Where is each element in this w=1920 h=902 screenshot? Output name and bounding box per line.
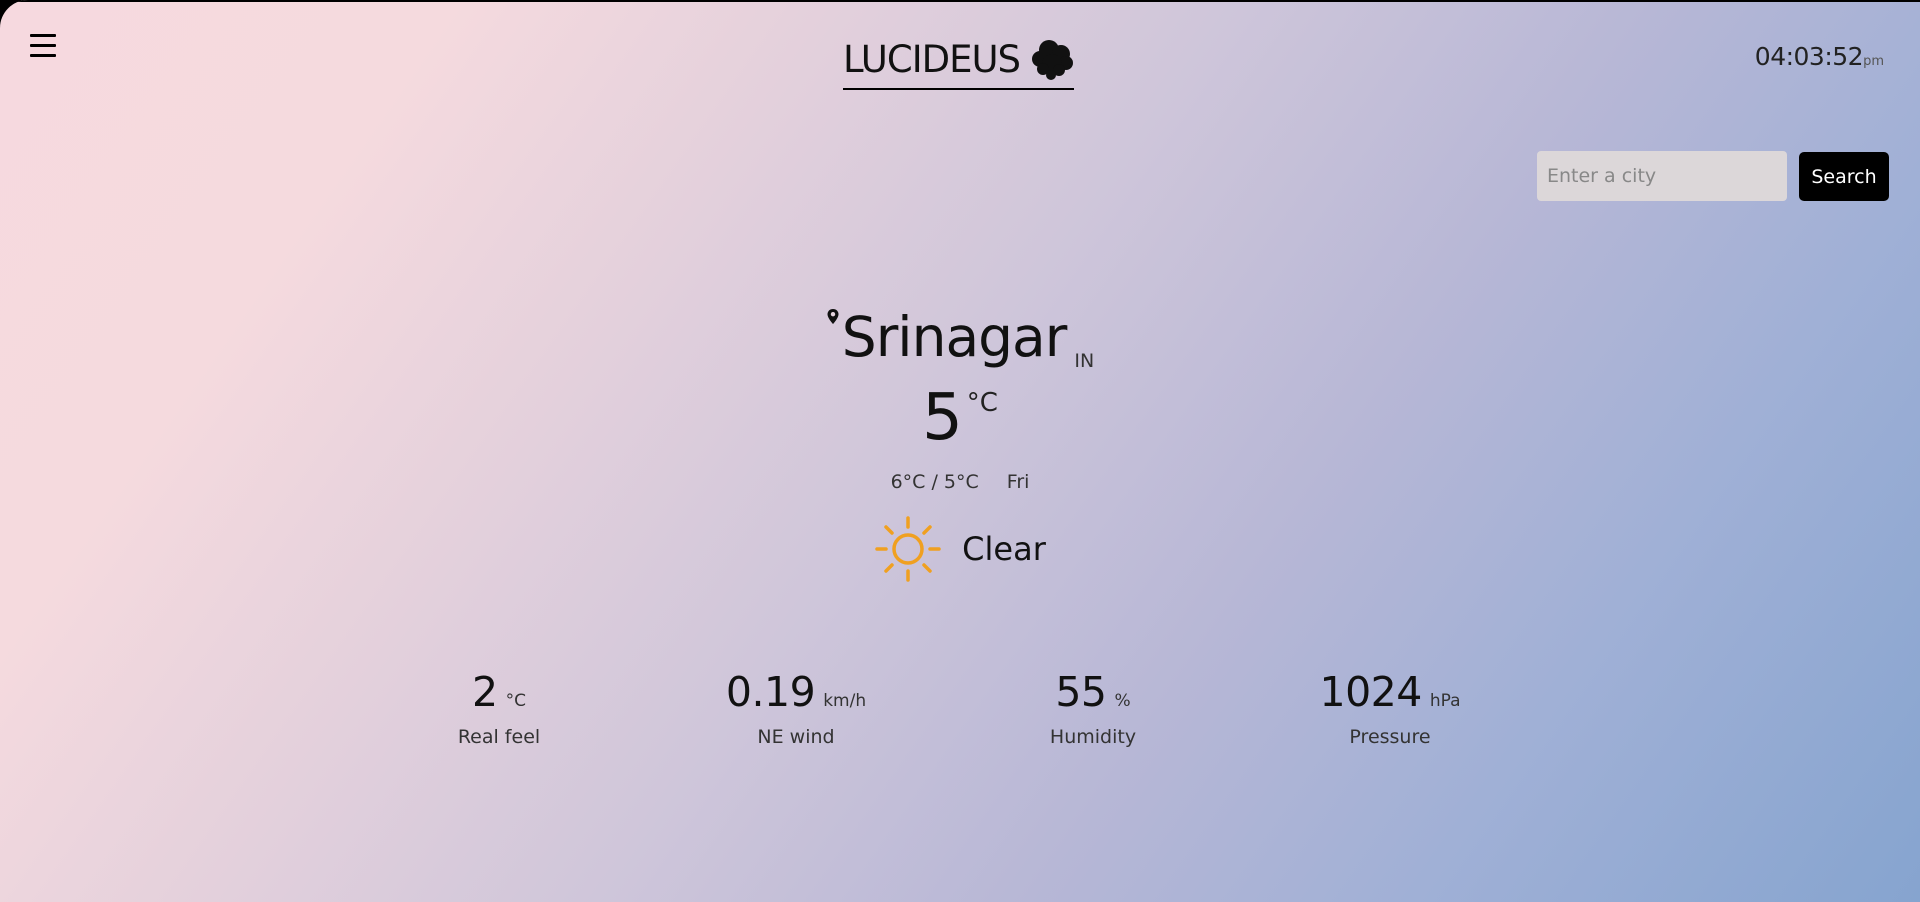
location-pin-icon	[827, 309, 839, 324]
clock-time: 04:03:52	[1754, 42, 1864, 71]
current-temperature: 5 °C	[0, 382, 1920, 454]
stat-humidity: 55% Humidity	[993, 668, 1193, 748]
stat-label: NE wind	[757, 726, 835, 748]
min-max-temperature: 6°C / 5°C	[890, 471, 979, 493]
stat-value: 1024	[1319, 668, 1422, 716]
top-border	[0, 0, 1920, 2]
stat-unit: °C	[505, 691, 526, 711]
country-code: IN	[1074, 350, 1095, 372]
stat-value: 0.19	[725, 668, 816, 716]
app-window: LUCIDEUS 04:03:52pm Search Srinagar IN 5…	[0, 0, 1920, 902]
search-button[interactable]: Search	[1799, 152, 1889, 201]
day-label: Fri	[1006, 471, 1030, 493]
temperature-unit: °C	[966, 388, 998, 418]
stat-label: Humidity	[1049, 726, 1137, 748]
clock-ampm: pm	[1863, 54, 1884, 69]
stat-value: 2	[472, 668, 498, 716]
stat-unit: km/h	[823, 691, 867, 711]
stat-wind: 0.19 km/h NE wind	[696, 668, 896, 748]
condition-row: Clear	[0, 515, 1920, 583]
stat-real-feel: 2 °C Real feel	[399, 668, 599, 748]
min-max-row: 6°C / 5°C Fri	[0, 471, 1920, 493]
city-search-input[interactable]	[1537, 151, 1787, 201]
temperature-value: 5	[922, 381, 963, 455]
app-name: LUCIDEUS	[843, 37, 1021, 81]
location-block: Srinagar IN	[0, 306, 1920, 372]
stat-unit: hPa	[1429, 691, 1461, 711]
stat-label: Real feel	[457, 726, 541, 748]
clock: 04:03:52pm	[1755, 42, 1884, 71]
stat-value: 55	[1055, 668, 1107, 716]
stat-pressure: 1024 hPa Pressure	[1290, 668, 1490, 748]
condition-text: Clear	[962, 530, 1046, 568]
logo[interactable]: LUCIDEUS	[843, 32, 1075, 90]
cloud-icon	[1032, 40, 1074, 80]
stat-label: Pressure	[1349, 726, 1431, 748]
city-name: Srinagar	[841, 305, 1068, 369]
menu-icon[interactable]	[30, 32, 58, 60]
sun-icon	[875, 516, 941, 582]
stat-unit: %	[1114, 691, 1131, 711]
